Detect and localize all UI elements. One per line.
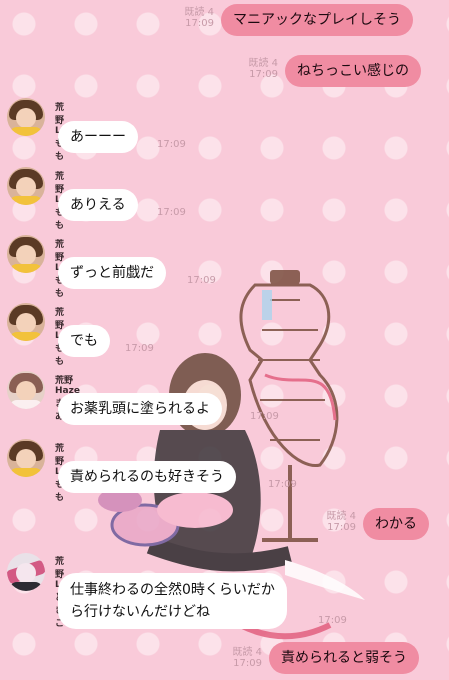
timestamp: 17:09	[157, 207, 186, 218]
timestamp: 17:09	[185, 18, 214, 29]
read-status: 既読 4	[184, 7, 214, 18]
message-meta: 既読 4 17:09	[170, 7, 214, 29]
read-status: 既読 4	[248, 58, 278, 69]
message-bubble[interactable]: ねちっこい感じの	[285, 55, 421, 87]
message-meta: 既読 4 17:09	[234, 58, 278, 80]
message-bubble[interactable]: あーーー	[58, 121, 138, 153]
timestamp: 17:09	[187, 275, 216, 286]
user-avatar-momo[interactable]	[7, 98, 45, 136]
user-avatar-dokiko[interactable]	[7, 553, 45, 591]
message-bubble[interactable]: お薬乳頭に塗られるよ	[58, 393, 222, 425]
read-status: 既読 4	[326, 511, 356, 522]
message-bubble[interactable]: マニアックなプレイしそう	[221, 4, 413, 36]
timestamp: 17:09	[233, 658, 262, 669]
timestamp: 17:09	[249, 69, 278, 80]
user-avatar-maria[interactable]	[7, 371, 45, 409]
timestamp: 17:09	[157, 139, 186, 150]
message-bubble[interactable]: ずっと前戯だ	[58, 257, 166, 289]
message-bubble[interactable]: 責められるのも好きそう	[58, 461, 236, 493]
message-bubble[interactable]: ありえる	[58, 189, 138, 221]
user-avatar-momo[interactable]	[7, 235, 45, 273]
message-line: 仕事終わるの全然0時くらいだか	[70, 582, 275, 598]
message-line: ら行けないんだけどね	[70, 604, 210, 620]
message-bubble[interactable]: わかる	[363, 508, 429, 540]
user-avatar-momo[interactable]	[7, 303, 45, 341]
message-bubble[interactable]: 責められると弱そう	[269, 642, 419, 674]
timestamp: 17:09	[268, 479, 297, 490]
timestamp: 17:09	[327, 522, 356, 533]
read-status: 既読 4	[232, 647, 262, 658]
timestamp: 17:09	[318, 615, 347, 626]
message-meta: 既読 4 17:09	[312, 511, 356, 533]
user-avatar-momo[interactable]	[7, 439, 45, 477]
message-meta: 既読 4 17:09	[218, 647, 262, 669]
timestamp: 17:09	[125, 343, 154, 354]
user-avatar-momo[interactable]	[7, 167, 45, 205]
message-bubble[interactable]: でも	[58, 325, 110, 357]
timestamp: 17:09	[250, 411, 279, 422]
message-bubble[interactable]: 仕事終わるの全然0時くらいだか ら行けないんだけどね	[58, 573, 287, 629]
